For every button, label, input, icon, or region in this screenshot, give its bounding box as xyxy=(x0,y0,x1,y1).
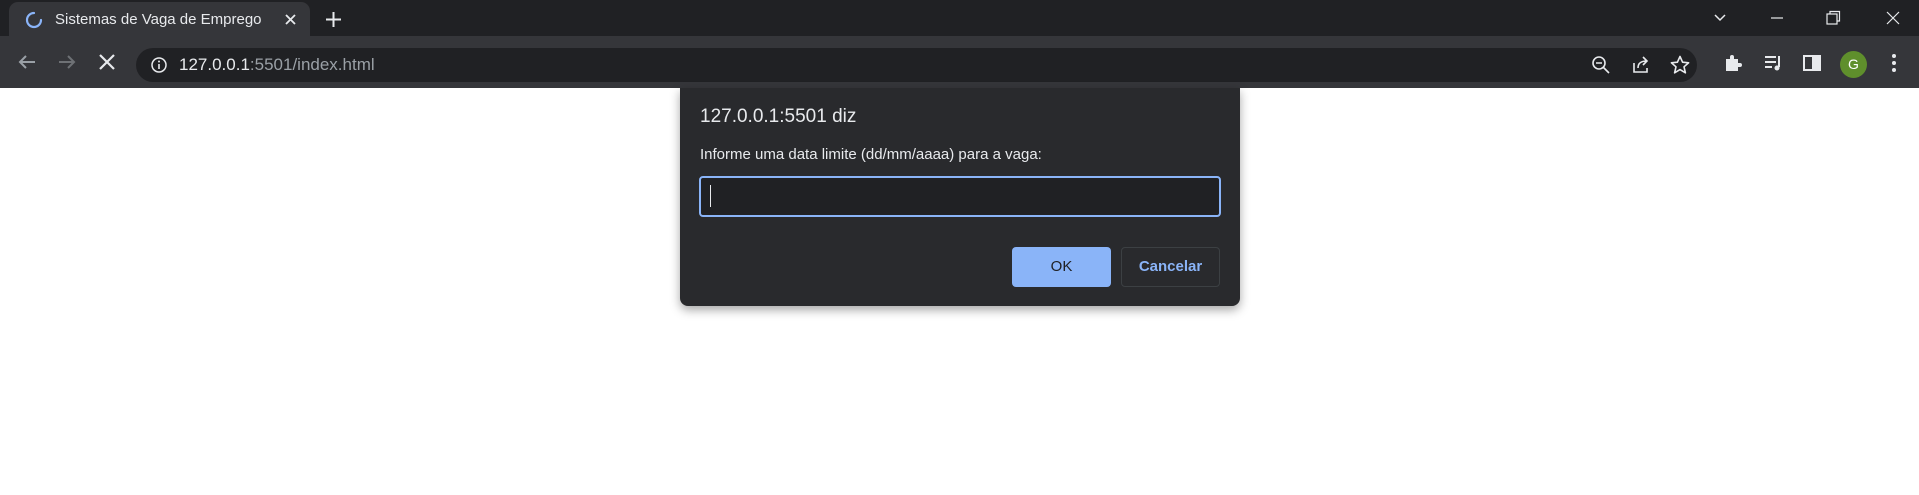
tab-strip: Sistemas de Vaga de Emprego xyxy=(0,0,1919,36)
stop-loading-icon[interactable] xyxy=(96,51,118,73)
puzzle-icon[interactable] xyxy=(1722,52,1744,74)
restore-icon[interactable] xyxy=(1823,8,1843,28)
loading-spinner-icon xyxy=(25,11,43,29)
kebab-menu-icon[interactable] xyxy=(1883,52,1905,74)
url-text[interactable]: 127.0.0.1:5501/index.html xyxy=(179,55,375,75)
url-path: :5501/index.html xyxy=(249,55,375,74)
prompt-dialog: 127.0.0.1:5501 diz Informe uma data limi… xyxy=(680,88,1240,306)
plus-icon[interactable] xyxy=(325,11,342,28)
tab-title: Sistemas de Vaga de Emprego xyxy=(55,11,262,28)
close-window-icon[interactable] xyxy=(1883,8,1903,28)
star-icon[interactable] xyxy=(1669,54,1691,76)
address-bar[interactable]: 127.0.0.1:5501/index.html xyxy=(136,48,1697,82)
minimize-icon[interactable] xyxy=(1767,8,1787,28)
side-panel-icon[interactable] xyxy=(1801,52,1823,74)
close-icon[interactable] xyxy=(282,11,299,28)
browser-tab[interactable]: Sistemas de Vaga de Emprego xyxy=(9,2,310,36)
info-icon[interactable] xyxy=(150,56,168,74)
browser-toolbar: 127.0.0.1:5501/index.html G xyxy=(0,36,1919,88)
ok-button[interactable]: OK xyxy=(1012,247,1111,287)
tab-search-icon[interactable] xyxy=(1710,8,1730,28)
dialog-message: Informe uma data limite (dd/mm/aaaa) par… xyxy=(700,146,1042,163)
share-icon[interactable] xyxy=(1630,54,1652,76)
dialog-title: 127.0.0.1:5501 diz xyxy=(700,106,857,127)
media-queue-icon[interactable] xyxy=(1762,52,1784,74)
url-host: 127.0.0.1 xyxy=(179,55,250,74)
avatar[interactable]: G xyxy=(1840,51,1867,78)
date-input[interactable] xyxy=(699,176,1221,217)
back-arrow-icon[interactable] xyxy=(16,51,38,73)
forward-arrow-icon[interactable] xyxy=(56,51,78,73)
zoom-out-icon[interactable] xyxy=(1590,54,1612,76)
text-caret xyxy=(710,185,711,207)
cancel-button[interactable]: Cancelar xyxy=(1121,247,1220,287)
